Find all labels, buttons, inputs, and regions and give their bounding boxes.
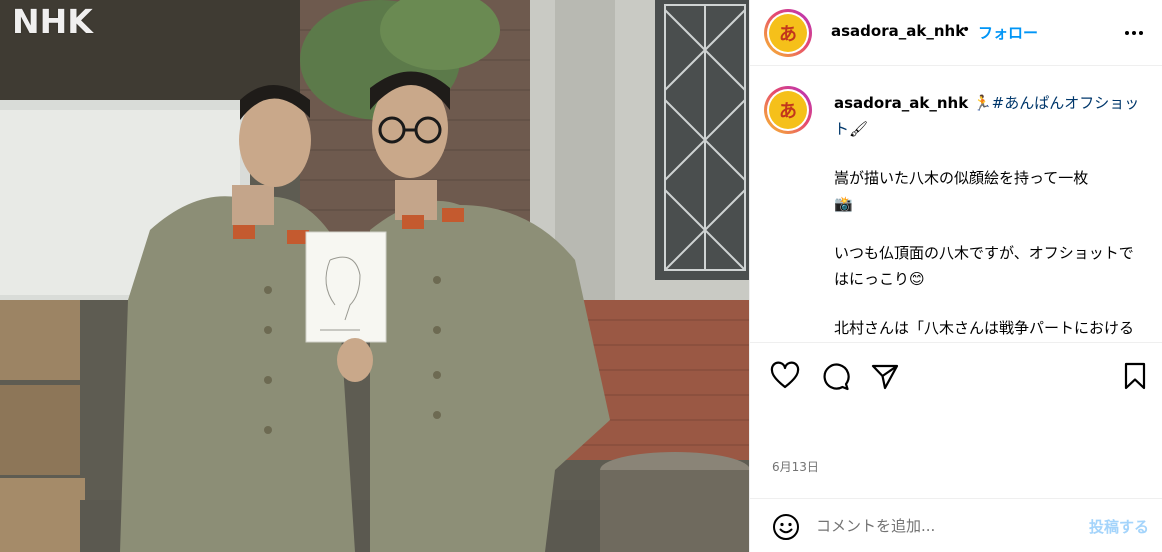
bookmark-icon[interactable] [1120,361,1150,391]
post-date[interactable]: 6月13日 [772,458,819,475]
smile-emoji: 😊 [909,270,925,288]
action-bar [750,342,1162,408]
follow-button[interactable]: フォロー [978,22,1038,43]
caption-username[interactable]: asadora_ak_nhk [834,94,968,112]
caption-avatar-glyph: あ [769,91,807,129]
caption-line-1: 嵩が描いた八木の似顔絵を持って一枚 [834,169,1089,187]
caption-section: あ asadora_ak_nhk 🏃#あんぱんオフショット🖌 嵩が描いた八木の似… [750,67,1162,342]
camera-emoji: 📸 [834,195,853,213]
post-side-panel: あ asadora_ak_nhk • フォロー あ asadora_ak_nhk… [749,0,1162,552]
paintbrush-emoji: 🖌 [849,120,869,138]
post-photo[interactable]: NHK [0,0,749,552]
post-comment-button[interactable]: 投稿する [1089,516,1149,537]
nhk-watermark: NHK [12,2,93,41]
caption-avatar[interactable]: あ [764,86,812,134]
header-username[interactable]: asadora_ak_nhk [831,22,965,40]
paper-plane-icon[interactable] [870,361,900,391]
runner-emoji: 🏃 [972,94,992,112]
smiley-icon[interactable] [772,513,800,541]
avatar[interactable]: あ [764,9,812,57]
caption-text: asadora_ak_nhk 🏃#あんぱんオフショット🖌 嵩が描いた八木の似顔絵… [834,90,1144,342]
post-header: あ asadora_ak_nhk • フォロー [750,0,1162,66]
photo-illustration [0,0,749,552]
comment-input[interactable] [816,513,1066,539]
separator-dot: • [962,22,971,38]
caption-line-3: 北村さんは「八木さんは戦争パートにおけるのぶ的な存在」だとお話しされ [834,319,1135,337]
comment-bar: 投稿する [750,498,1162,552]
caption-line-2: いつも仏頂面の八木ですが、オフショットではにっこり [834,244,1134,288]
comment-bubble-icon[interactable] [820,361,850,391]
avatar-glyph: あ [769,14,807,52]
heart-icon[interactable] [770,361,800,391]
more-horizontal-icon[interactable] [1123,24,1145,42]
